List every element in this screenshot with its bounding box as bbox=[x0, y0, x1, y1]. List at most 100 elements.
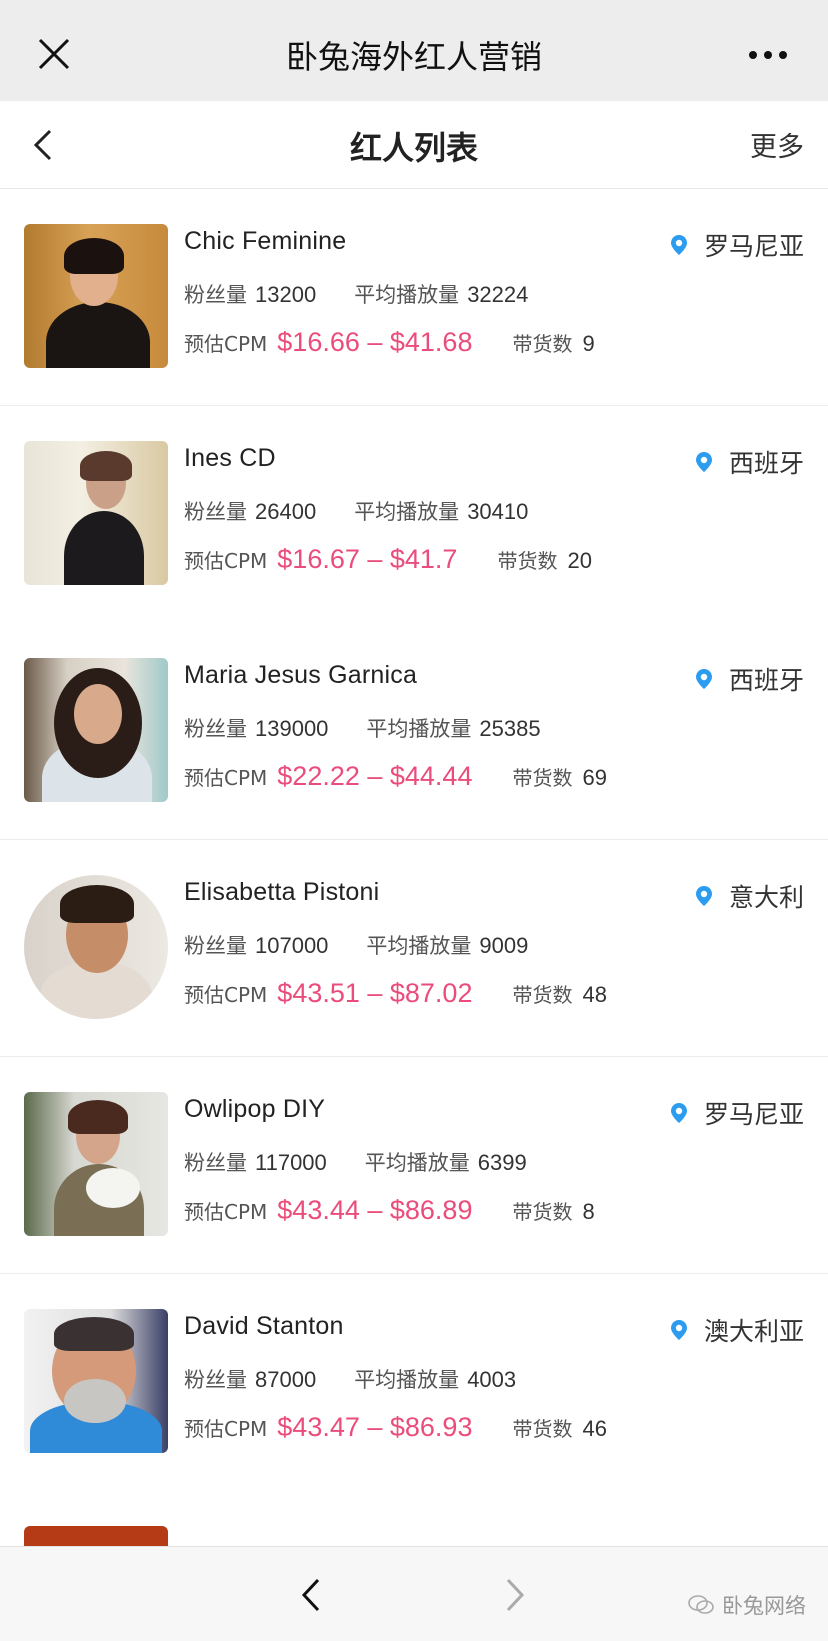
page-header: 红人列表 更多 bbox=[0, 101, 828, 189]
location: 意大利 bbox=[695, 878, 804, 914]
stats-row: 粉丝量 87000 平均播放量 4003 bbox=[184, 1364, 516, 1394]
location-label: 罗马尼亚 bbox=[703, 1100, 804, 1129]
location-label: 澳大利亚 bbox=[703, 1317, 804, 1346]
sales-label: 带货数 bbox=[512, 766, 573, 790]
avg-views-value: 6399 bbox=[477, 1150, 527, 1175]
cpm-label: 预估CPM bbox=[184, 332, 268, 356]
avatar bbox=[24, 441, 168, 585]
wechat-logo-icon bbox=[688, 1595, 714, 1614]
followers-label: 粉丝量 bbox=[184, 283, 247, 307]
avatar bbox=[24, 875, 168, 1019]
influencer-card[interactable]: David Stanton 澳大利亚 粉丝量 87000 平均播放量 4003 预估C… bbox=[0, 1274, 828, 1491]
followers-label: 粉丝量 bbox=[184, 500, 247, 524]
cpm-value: $16.66 – $41.68 bbox=[277, 327, 473, 357]
price-row: 预估CPM $16.67 – $41.7 带货数 20 bbox=[184, 544, 592, 575]
back-arrow-icon[interactable] bbox=[300, 1577, 322, 1613]
stats-row: 粉丝量 13200 平均播放量 32224 bbox=[184, 279, 528, 309]
cpm-label: 预估CPM bbox=[184, 549, 268, 573]
page-title: 红人列表 bbox=[349, 129, 478, 167]
sales-label: 带货数 bbox=[512, 332, 573, 356]
stats-row: 粉丝量 107000 平均播放量 9009 bbox=[184, 930, 528, 960]
followers-value: 139000 bbox=[255, 716, 329, 741]
price-row: 预估CPM $22.22 – $44.44 带货数 69 bbox=[184, 761, 607, 792]
price-row: 预估CPM $43.47 – $86.93 带货数 46 bbox=[184, 1412, 607, 1443]
avatar bbox=[24, 224, 168, 368]
influencer-card[interactable]: Elisabetta Pistoni 意大利 粉丝量 107000 平均播放量 900… bbox=[0, 840, 828, 1057]
avg-views-label: 平均播放量 bbox=[354, 1368, 460, 1392]
followers-value: 26400 bbox=[255, 499, 317, 524]
price-row: 预估CPM $16.66 – $41.68 带货数 9 bbox=[184, 327, 595, 358]
followers-label: 粉丝量 bbox=[184, 934, 247, 958]
followers-label: 粉丝量 bbox=[184, 717, 247, 741]
sales-value: 48 bbox=[582, 982, 607, 1007]
more-options-icon[interactable] bbox=[748, 50, 788, 60]
sales-value: 8 bbox=[582, 1199, 595, 1224]
influencer-name: Chic Feminine bbox=[184, 227, 347, 255]
location-pin-icon bbox=[695, 886, 712, 906]
avg-views-value: 9009 bbox=[479, 933, 529, 958]
stats-row: 粉丝量 117000 平均播放量 6399 bbox=[184, 1147, 527, 1177]
forward-arrow-icon[interactable] bbox=[504, 1577, 526, 1613]
cpm-label: 预估CPM bbox=[184, 1417, 268, 1441]
location: 西班牙 bbox=[695, 661, 804, 697]
cpm-value: $43.47 – $86.93 bbox=[277, 1412, 473, 1442]
avg-views-value: 25385 bbox=[479, 716, 541, 741]
price-row: 预估CPM $43.44 – $86.89 带货数 8 bbox=[184, 1195, 595, 1226]
location-pin-icon bbox=[695, 452, 712, 472]
sales-value: 9 bbox=[582, 331, 595, 356]
cpm-label: 预估CPM bbox=[184, 766, 268, 790]
more-link[interactable]: 更多 bbox=[750, 125, 804, 164]
location-label: 西班牙 bbox=[728, 666, 804, 695]
avg-views-value: 32224 bbox=[467, 282, 529, 307]
wechat-top-bar: 卧兔海外红人营销 bbox=[0, 0, 828, 101]
influencer-list: Chic Feminine 罗马尼亚 粉丝量 13200 平均播放量 32224 预估… bbox=[0, 189, 828, 1546]
avg-views-value: 4003 bbox=[467, 1367, 517, 1392]
influencer-card[interactable]: Maria Jesus Garnica 西班牙 粉丝量 139000 平均播放量 25… bbox=[0, 623, 828, 840]
sales-label: 带货数 bbox=[512, 983, 573, 1007]
influencer-name: Elisabetta Pistoni bbox=[184, 878, 380, 906]
avg-views-label: 平均播放量 bbox=[364, 1151, 470, 1175]
followers-label: 粉丝量 bbox=[184, 1151, 247, 1175]
influencer-card-partial[interactable] bbox=[0, 1491, 828, 1546]
location-pin-icon bbox=[670, 1103, 687, 1123]
location-pin-icon bbox=[670, 1320, 687, 1340]
sales-label: 带货数 bbox=[512, 1200, 573, 1224]
avatar bbox=[24, 1309, 168, 1453]
avg-views-value: 30410 bbox=[467, 499, 529, 524]
sales-value: 46 bbox=[582, 1416, 607, 1441]
influencer-name: Maria Jesus Garnica bbox=[184, 661, 418, 689]
stats-row: 粉丝量 139000 平均播放量 25385 bbox=[184, 713, 541, 743]
location-label: 意大利 bbox=[728, 883, 804, 912]
stats-row: 粉丝量 26400 平均播放量 30410 bbox=[184, 496, 528, 526]
influencer-name: David Stanton bbox=[184, 1312, 344, 1340]
price-row: 预估CPM $43.51 – $87.02 带货数 48 bbox=[184, 978, 607, 1009]
avg-views-label: 平均播放量 bbox=[354, 283, 460, 307]
location: 罗马尼亚 bbox=[670, 1095, 804, 1131]
avg-views-label: 平均播放量 bbox=[366, 717, 472, 741]
sales-label: 带货数 bbox=[512, 1417, 573, 1441]
location: 罗马尼亚 bbox=[670, 227, 804, 263]
watermark-text: 卧兔网络 bbox=[722, 1594, 806, 1618]
location: 澳大利亚 bbox=[670, 1312, 804, 1348]
influencer-card[interactable]: Ines CD 西班牙 粉丝量 26400 平均播放量 30410 预估CPM $16.… bbox=[0, 406, 828, 623]
influencer-name: Owlipop DIY bbox=[184, 1095, 326, 1123]
watermark: 卧兔网络 bbox=[688, 1590, 806, 1620]
avg-views-label: 平均播放量 bbox=[366, 934, 472, 958]
cpm-value: $43.51 – $87.02 bbox=[277, 978, 473, 1008]
cpm-value: $22.22 – $44.44 bbox=[277, 761, 473, 791]
followers-value: 107000 bbox=[255, 933, 329, 958]
followers-label: 粉丝量 bbox=[184, 1368, 247, 1392]
avg-views-label: 平均播放量 bbox=[354, 500, 460, 524]
cpm-label: 预估CPM bbox=[184, 983, 268, 1007]
cpm-label: 预估CPM bbox=[184, 1200, 268, 1224]
location-pin-icon bbox=[670, 235, 687, 255]
influencer-card[interactable]: Chic Feminine 罗马尼亚 粉丝量 13200 平均播放量 32224 预估… bbox=[0, 189, 828, 406]
avatar bbox=[24, 658, 168, 802]
followers-value: 117000 bbox=[255, 1150, 327, 1175]
sales-label: 带货数 bbox=[497, 549, 558, 573]
influencer-card[interactable]: Owlipop DIY 罗马尼亚 粉丝量 117000 平均播放量 6399 预估CP… bbox=[0, 1057, 828, 1274]
followers-value: 87000 bbox=[255, 1367, 317, 1392]
location-pin-icon bbox=[695, 669, 712, 689]
window-title: 卧兔海外红人营销 bbox=[285, 38, 542, 76]
avatar bbox=[24, 1092, 168, 1236]
